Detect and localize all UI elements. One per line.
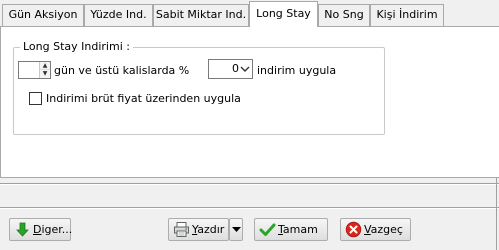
tab-label: Sabit Miktar Ind. (155, 8, 247, 21)
print-button[interactable]: Yazdır (168, 218, 229, 241)
tab-gun-aksiyon[interactable]: Gün Aksiyon (2, 4, 84, 26)
chevron-down-icon[interactable] (240, 64, 250, 74)
tab-label: No Sng (324, 8, 364, 21)
tab-sabit-miktar-ind[interactable]: Sabit Miktar Ind. (153, 4, 249, 26)
cancel-button[interactable]: Vazgeç (340, 218, 411, 241)
tab-label: Yüzde Ind. (90, 8, 147, 21)
check-icon (259, 223, 276, 236)
spin-down-icon[interactable]: ▼ (40, 70, 50, 78)
gross-price-label: Indirimi brüt fiyat üzerinden uygula (46, 92, 241, 105)
tab-label: Gün Aksiyon (8, 8, 78, 21)
spinner-arrows: ▲ ▼ (39, 62, 50, 78)
tab-long-stay[interactable]: Long Stay (249, 1, 318, 27)
ok-button-label: Tamam (278, 223, 318, 236)
footer-right-edge (496, 178, 497, 250)
other-button[interactable]: Diger... (9, 218, 73, 241)
ok-button[interactable]: Tamam (254, 218, 328, 241)
tab-panel-long-stay: Long Stay Indirimi : 0 ▲ ▼ gün ve üstü k… (0, 26, 499, 178)
percent-suffix-label: indirim uygula (257, 64, 337, 77)
footer-separator-highlight (0, 184, 499, 185)
groupbox-title: Long Stay Indirimi : (20, 40, 133, 54)
gross-price-checkbox[interactable] (29, 92, 42, 105)
button-bar-separator-highlight (0, 208, 499, 209)
long-stay-groupbox: Long Stay Indirimi : (13, 40, 385, 135)
cancel-button-label: Vazgeç (364, 223, 403, 236)
other-button-label: Diger... (33, 223, 73, 236)
spin-up-icon[interactable]: ▲ (40, 62, 50, 70)
tab-yuzde-ind[interactable]: Yüzde Ind. (84, 4, 153, 26)
tab-label: Kişi İndirim (376, 8, 438, 21)
days-suffix-label: gün ve üstü kalislarda % (54, 64, 190, 77)
cancel-icon (345, 221, 362, 238)
print-button-label: Yazdır (192, 223, 225, 236)
print-dropdown-button[interactable] (229, 218, 243, 241)
percent-combobox[interactable]: 0 (208, 59, 253, 79)
tab-no-sng[interactable]: No Sng (318, 4, 370, 26)
tab-kisi-indirim[interactable]: Kişi İndirim (370, 4, 444, 26)
percent-value: 0 (232, 62, 239, 75)
caret-down-icon (232, 227, 241, 232)
printer-icon (174, 222, 189, 237)
arrow-down-icon (16, 222, 29, 237)
tab-label: Long Stay (256, 7, 311, 20)
days-spinner[interactable]: 0 ▲ ▼ (18, 61, 51, 79)
tab-strip: Gün Aksiyon Yüzde Ind. Sabit Miktar Ind.… (0, 0, 499, 27)
